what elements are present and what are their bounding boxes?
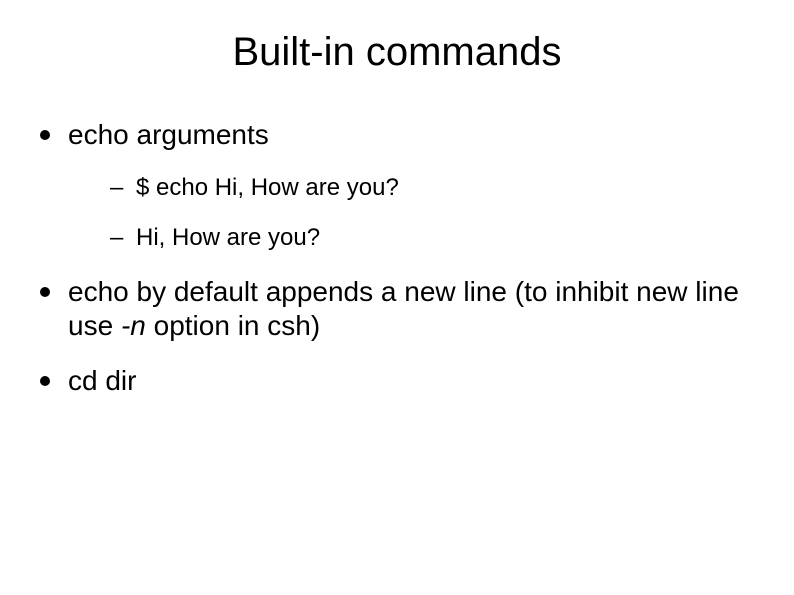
bullet-icon <box>40 376 50 386</box>
list-item: – Hi, How are you? <box>110 224 754 253</box>
bullet-text: echo by default appends a new line (to i… <box>68 275 754 342</box>
slide: Built-in commands echo arguments – $ ech… <box>0 0 794 595</box>
bullet-text: cd dir <box>68 364 754 398</box>
list-item: cd dir <box>40 364 754 398</box>
bullet-icon <box>40 130 50 140</box>
list-item: echo by default appends a new line (to i… <box>40 275 754 342</box>
slide-title: Built-in commands <box>0 30 794 75</box>
text-part: option in csh) <box>146 310 320 341</box>
italic-text: -n <box>121 310 146 341</box>
bullet-text: echo arguments <box>68 118 754 152</box>
list-item: – $ echo Hi, How are you? <box>110 174 754 203</box>
list-item: echo arguments <box>40 118 754 152</box>
sublist: – $ echo Hi, How are you? – Hi, How are … <box>110 174 754 254</box>
dash-icon: – <box>110 174 122 203</box>
bullet-text: $ echo Hi, How are you? <box>136 174 399 203</box>
dash-icon: – <box>110 224 122 253</box>
bullet-icon <box>40 287 50 297</box>
bullet-text: Hi, How are you? <box>136 224 320 253</box>
slide-body: echo arguments – $ echo Hi, How are you?… <box>40 118 754 420</box>
